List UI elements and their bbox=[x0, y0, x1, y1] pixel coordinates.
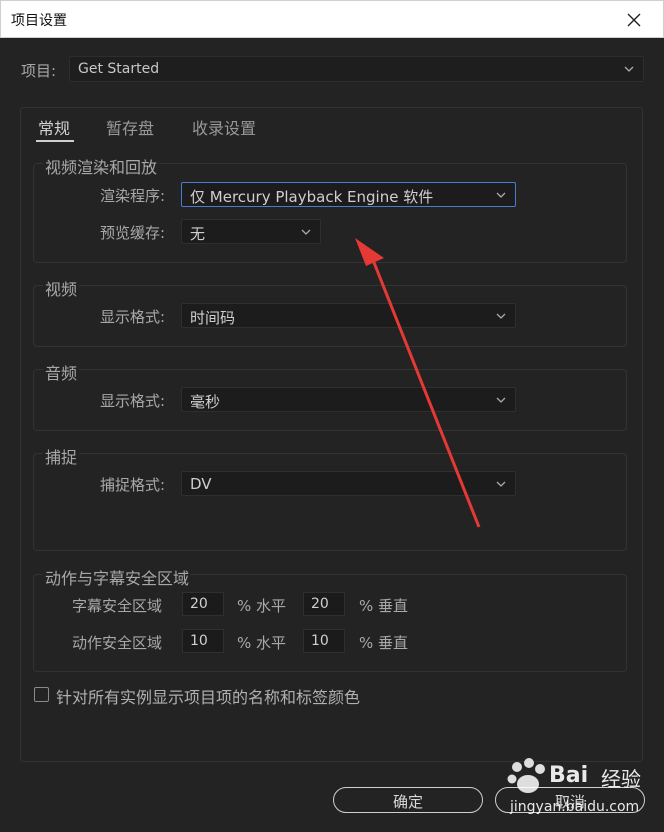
video-render-group bbox=[33, 163, 627, 263]
title-safe-vertical-input[interactable]: 20 bbox=[303, 592, 345, 616]
chevron-down-icon bbox=[496, 397, 506, 403]
watermark-brand: Bai bbox=[549, 763, 589, 788]
action-safe-horizontal-input[interactable]: 10 bbox=[182, 629, 224, 653]
chevron-down-icon bbox=[496, 481, 506, 487]
chevron-down-icon bbox=[301, 229, 311, 235]
title-bar: 项目设置 bbox=[0, 0, 664, 38]
show-names-checkbox[interactable] bbox=[34, 687, 49, 702]
show-names-checkbox-label[interactable]: 针对所有实例显示项目项的名称和标签颜色 bbox=[56, 684, 360, 708]
audio-group-label: 音频 bbox=[43, 360, 80, 384]
capture-group bbox=[33, 453, 627, 551]
window-title: 项目设置 bbox=[11, 13, 67, 29]
capture-group-label: 捕捉 bbox=[43, 444, 80, 468]
audio-display-format-value: 毫秒 bbox=[190, 393, 221, 411]
ok-button[interactable]: 确定 bbox=[333, 787, 483, 813]
video-display-format-dropdown[interactable]: 时间码 bbox=[181, 303, 516, 328]
action-safe-vertical-unit: % 垂直 bbox=[359, 634, 409, 652]
project-select[interactable]: Get Started bbox=[69, 56, 644, 82]
video-group-label: 视频 bbox=[43, 276, 80, 300]
close-icon[interactable] bbox=[623, 7, 645, 31]
active-tab-indicator bbox=[36, 140, 74, 142]
title-safe-label: 字幕安全区域 bbox=[72, 597, 163, 615]
title-safe-horizontal-unit: % 水平 bbox=[237, 597, 287, 615]
renderer-value: 仅 Mercury Playback Engine 软件 bbox=[190, 188, 434, 206]
preview-cache-dropdown[interactable]: 无 bbox=[181, 219, 321, 244]
title-safe-horizontal-input[interactable]: 20 bbox=[182, 592, 224, 616]
title-safe-vertical-unit: % 垂直 bbox=[359, 597, 409, 615]
audio-display-format-dropdown[interactable]: 毫秒 bbox=[181, 387, 516, 412]
video-render-group-label: 视频渲染和回放 bbox=[43, 154, 160, 178]
video-display-format-value: 时间码 bbox=[190, 309, 236, 327]
tab-scratch-disks[interactable]: 暂存盘 bbox=[106, 115, 154, 139]
capture-format-value: DV bbox=[190, 475, 212, 493]
renderer-dropdown[interactable]: 仅 Mercury Playback Engine 软件 bbox=[181, 182, 516, 207]
tab-general[interactable]: 常规 bbox=[38, 115, 70, 139]
capture-format-dropdown[interactable]: DV bbox=[181, 471, 516, 496]
audio-display-format-label: 显示格式: bbox=[100, 392, 166, 410]
chevron-down-icon bbox=[624, 66, 634, 72]
safe-margins-group-label: 动作与字幕安全区域 bbox=[43, 565, 192, 589]
project-select-value: Get Started bbox=[78, 61, 160, 77]
preview-cache-label: 预览缓存: bbox=[100, 224, 166, 242]
preview-cache-value: 无 bbox=[190, 225, 206, 243]
capture-format-label: 捕捉格式: bbox=[100, 476, 166, 494]
project-label: 项目: bbox=[21, 62, 57, 80]
video-display-format-label: 显示格式: bbox=[100, 308, 166, 326]
chevron-down-icon bbox=[496, 313, 506, 319]
action-safe-horizontal-unit: % 水平 bbox=[237, 634, 287, 652]
renderer-label: 渲染程序: bbox=[100, 187, 166, 205]
tab-ingest-settings[interactable]: 收录设置 bbox=[192, 115, 256, 139]
chevron-down-icon bbox=[496, 192, 506, 198]
cancel-button[interactable]: 取消 bbox=[495, 787, 645, 813]
action-safe-vertical-input[interactable]: 10 bbox=[303, 629, 345, 653]
action-safe-label: 动作安全区域 bbox=[72, 634, 163, 652]
